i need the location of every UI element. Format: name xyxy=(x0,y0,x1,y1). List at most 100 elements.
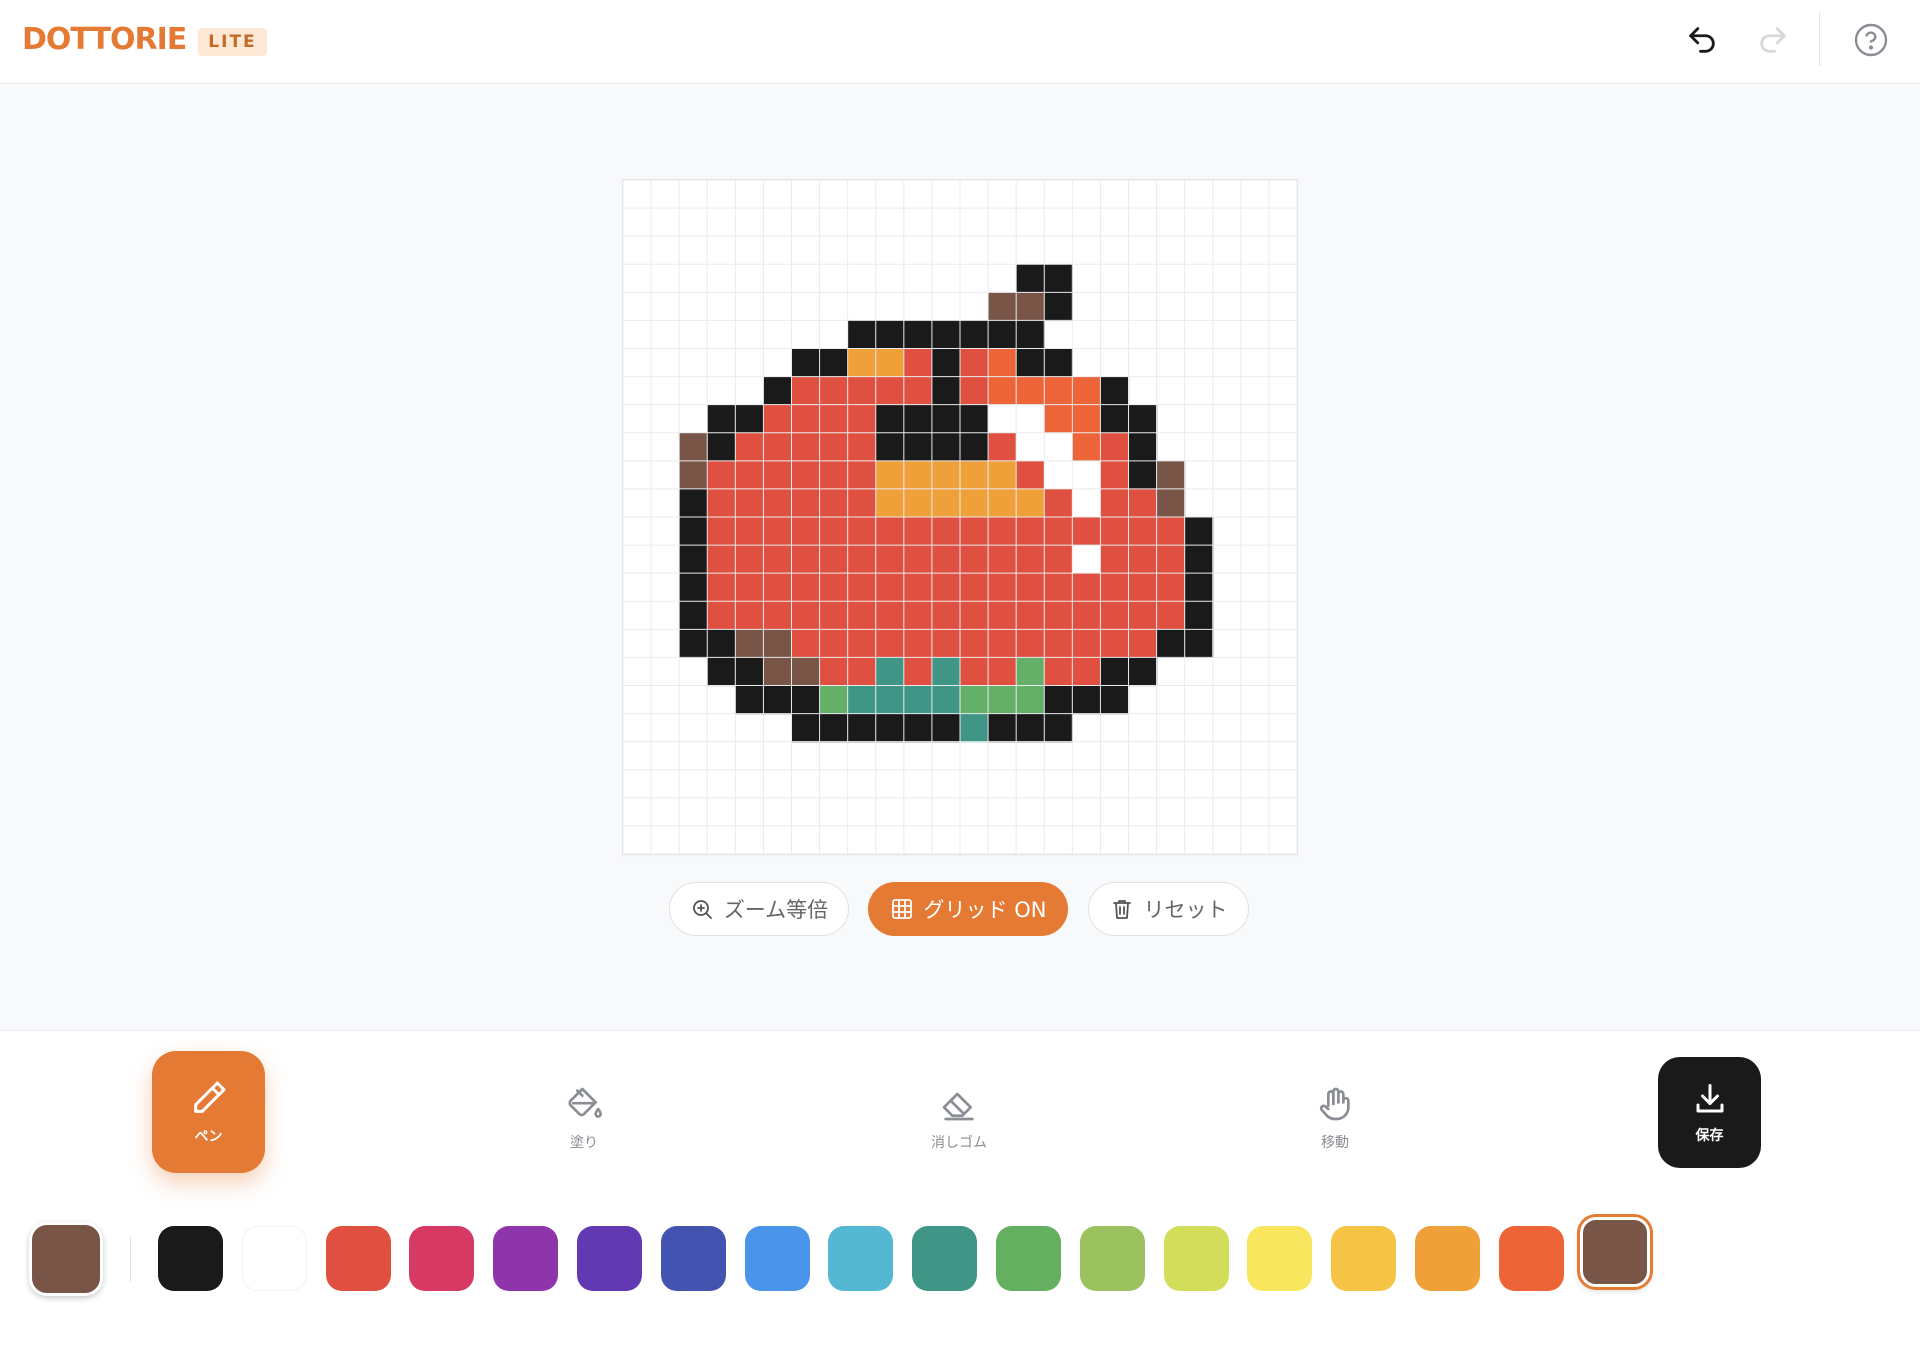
pixel-grid[interactable] xyxy=(623,180,1297,854)
pixel[interactable] xyxy=(1156,601,1186,630)
pixel[interactable] xyxy=(1016,713,1045,743)
pixel[interactable] xyxy=(1156,488,1186,518)
pixel[interactable] xyxy=(1044,517,1073,546)
pixel[interactable] xyxy=(1016,685,1045,715)
pixel[interactable] xyxy=(679,601,708,630)
color-swatch[interactable] xyxy=(493,1226,559,1291)
pixel[interactable] xyxy=(903,348,933,378)
pixel[interactable] xyxy=(1072,685,1102,715)
pixel[interactable] xyxy=(1016,517,1045,546)
pixel[interactable] xyxy=(1072,517,1102,546)
color-swatch[interactable] xyxy=(912,1226,978,1291)
pixel[interactable] xyxy=(819,713,849,743)
pixel[interactable] xyxy=(931,545,961,574)
pixel[interactable] xyxy=(735,432,765,462)
pixel[interactable] xyxy=(847,488,877,518)
redo-button[interactable] xyxy=(1749,16,1797,64)
pixel[interactable] xyxy=(1016,573,1045,602)
pixel[interactable] xyxy=(1100,573,1130,602)
pixel[interactable] xyxy=(791,517,821,546)
pixel[interactable] xyxy=(1072,432,1102,462)
pixel[interactable] xyxy=(763,685,793,715)
pixel[interactable] xyxy=(763,545,793,574)
pixel[interactable] xyxy=(819,601,849,630)
pixel[interactable] xyxy=(931,713,961,743)
pixel[interactable] xyxy=(847,320,877,350)
pixel[interactable] xyxy=(1072,573,1102,602)
pixel[interactable] xyxy=(763,460,793,490)
pixel[interactable] xyxy=(763,376,793,406)
pixel[interactable] xyxy=(791,488,821,518)
pixel[interactable] xyxy=(735,517,765,546)
pixel[interactable] xyxy=(1128,432,1158,462)
pen-tool-button[interactable]: ペン xyxy=(152,1051,265,1173)
pixel[interactable] xyxy=(903,517,933,546)
pixel[interactable] xyxy=(931,348,961,378)
pixel[interactable] xyxy=(931,573,961,602)
color-swatch[interactable] xyxy=(241,1226,307,1291)
pixel[interactable] xyxy=(903,320,933,350)
pixel[interactable] xyxy=(1044,264,1073,293)
pixel[interactable] xyxy=(1100,517,1130,546)
pixel[interactable] xyxy=(847,376,877,406)
pixel[interactable] xyxy=(791,601,821,630)
pixel[interactable] xyxy=(791,404,821,434)
pixel[interactable] xyxy=(931,376,961,406)
pixel[interactable] xyxy=(707,545,736,574)
pixel[interactable] xyxy=(960,713,989,743)
reset-button[interactable]: リセット xyxy=(1088,882,1249,936)
pixel[interactable] xyxy=(1128,545,1158,574)
pixel[interactable] xyxy=(988,601,1017,630)
pixel[interactable] xyxy=(679,460,708,490)
pixel[interactable] xyxy=(707,657,736,687)
pixel[interactable] xyxy=(819,657,849,687)
pixel[interactable] xyxy=(988,292,1017,322)
pixel[interactable] xyxy=(791,348,821,378)
pixel[interactable] xyxy=(1100,601,1130,630)
pixel[interactable] xyxy=(960,320,989,350)
pixel[interactable] xyxy=(1016,432,1045,462)
pixel[interactable] xyxy=(847,545,877,574)
pixel[interactable] xyxy=(1044,713,1073,743)
pixel[interactable] xyxy=(1128,629,1158,659)
pixel[interactable] xyxy=(960,629,989,659)
pixel[interactable] xyxy=(1044,601,1073,630)
color-swatch[interactable] xyxy=(996,1226,1061,1291)
pixel[interactable] xyxy=(791,713,821,743)
pixel[interactable] xyxy=(847,460,877,490)
pixel[interactable] xyxy=(791,629,821,659)
pixel[interactable] xyxy=(875,432,905,462)
zoom-reset-button[interactable]: ズーム等倍 xyxy=(669,882,849,936)
pixel[interactable] xyxy=(960,460,989,490)
pixel[interactable] xyxy=(819,629,849,659)
pixel[interactable] xyxy=(988,657,1017,687)
pixel[interactable] xyxy=(819,573,849,602)
pixel[interactable] xyxy=(1044,573,1073,602)
pixel[interactable] xyxy=(988,545,1017,574)
pixel[interactable] xyxy=(903,657,933,687)
pixel[interactable] xyxy=(875,348,905,378)
pixel[interactable] xyxy=(1016,348,1045,378)
pixel[interactable] xyxy=(679,488,708,518)
pixel[interactable] xyxy=(1128,573,1158,602)
pixel[interactable] xyxy=(1184,601,1214,630)
pixel[interactable] xyxy=(1016,460,1045,490)
pixel[interactable] xyxy=(988,404,1017,434)
color-swatch[interactable] xyxy=(577,1226,642,1291)
pixel[interactable] xyxy=(679,432,708,462)
pixel[interactable] xyxy=(679,573,708,602)
drawing-canvas[interactable] xyxy=(622,179,1298,855)
pixel[interactable] xyxy=(1044,292,1073,322)
pixel[interactable] xyxy=(1072,545,1102,574)
pixel[interactable] xyxy=(1044,376,1073,406)
pixel[interactable] xyxy=(960,376,989,406)
pixel[interactable] xyxy=(875,404,905,434)
pixel[interactable] xyxy=(1128,488,1158,518)
pixel[interactable] xyxy=(875,517,905,546)
pixel[interactable] xyxy=(791,460,821,490)
pixel[interactable] xyxy=(1100,460,1130,490)
pixel[interactable] xyxy=(931,657,961,687)
pixel[interactable] xyxy=(707,517,736,546)
pixel[interactable] xyxy=(1128,601,1158,630)
pixel[interactable] xyxy=(1128,404,1158,434)
